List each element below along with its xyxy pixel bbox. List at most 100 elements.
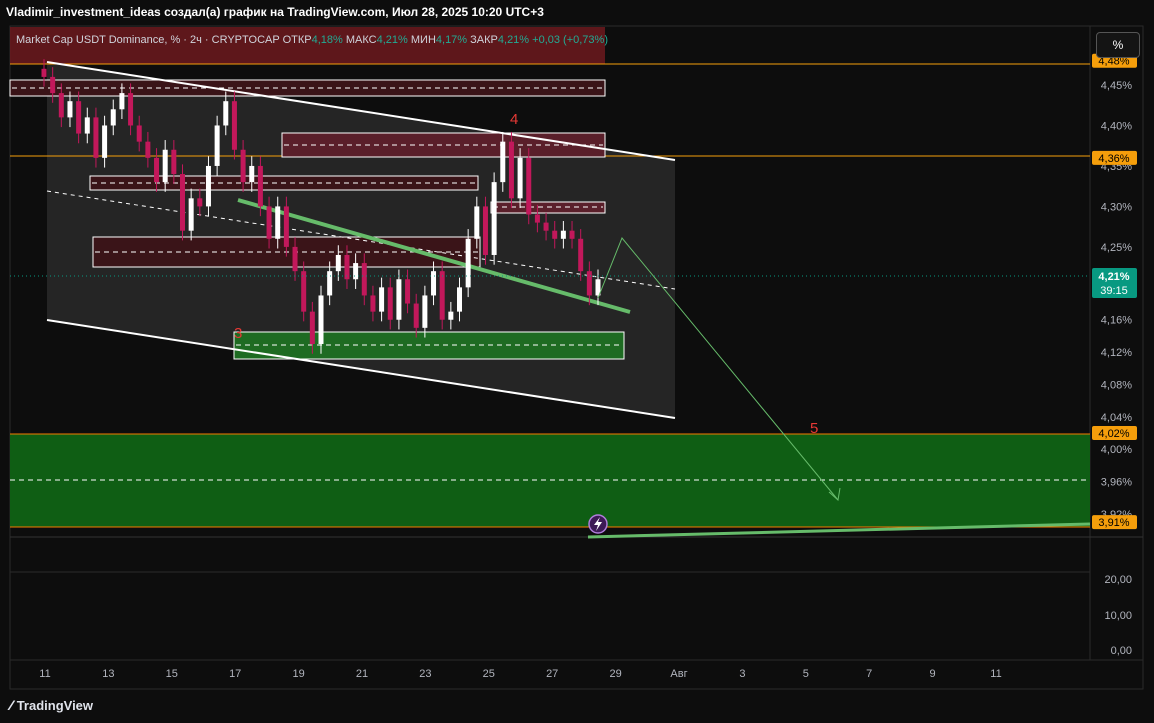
lightning-icon[interactable] (588, 514, 608, 534)
candle-body (301, 271, 307, 312)
zone-box (9, 79, 606, 97)
candle-body (361, 263, 367, 296)
price-tick-label: 3,96% (1101, 477, 1132, 489)
chart-author-header: Vladimir_investment_ideas создал(а) граф… (6, 5, 544, 19)
price-tick-label: 4,08% (1101, 379, 1132, 391)
time-tick-label: 11 (39, 668, 50, 680)
time-tick-label: 15 (166, 668, 178, 680)
candle-body (102, 125, 108, 158)
time-tick-label: 19 (292, 668, 304, 680)
price-tag-label: 4,36% (1098, 153, 1129, 165)
tradingview-brand[interactable]: ⁄⁄ TradingView (10, 697, 93, 713)
candle-body (413, 303, 419, 328)
candle-body (578, 238, 584, 272)
candle-body (586, 271, 592, 296)
candle-body (482, 206, 488, 255)
candle-body (275, 206, 281, 239)
time-tick-label: 3 (739, 668, 745, 680)
candle-body (439, 271, 445, 320)
candle-body (162, 149, 168, 183)
candle-body (318, 295, 324, 345)
candle-body (309, 311, 315, 345)
candle-body (93, 117, 99, 158)
candle-body (145, 141, 151, 158)
time-tick-label: 21 (356, 668, 368, 680)
candle-body (543, 222, 549, 231)
symbol-name[interactable]: Market Cap USDT Dominance, % · 2ч · CRYP… (16, 34, 280, 46)
wave-label-4: 4 (510, 111, 518, 128)
candle-body (335, 254, 341, 272)
price-tick-label: 4,00% (1101, 444, 1132, 456)
candle-body (474, 206, 480, 239)
candle-body (569, 230, 575, 239)
time-tick-label: 7 (866, 668, 872, 680)
price-tick-label: 4,30% (1101, 201, 1132, 213)
last-price-value: 4,21% (1098, 271, 1129, 283)
time-tick-label: 11 (990, 668, 1001, 680)
candle-body (110, 109, 116, 126)
brand-label: TradingView (16, 697, 94, 713)
candle-body (534, 214, 540, 223)
price-tag-label: 4,02% (1098, 428, 1129, 440)
candle-body (327, 271, 333, 296)
price-axis[interactable]: 4,45%4,40%4,35%4,30%4,25%4,16%4,12%4,08%… (1101, 80, 1132, 521)
candle-body (517, 157, 523, 199)
time-tick-label: 23 (419, 668, 431, 680)
candle-body (231, 101, 237, 150)
candle-body (240, 149, 246, 183)
candle-body (292, 246, 298, 272)
chart-frame: 3 4 5 4,45% 4,40% 4,35% 4,30% 4,25% 4,16% 4,12… (0, 0, 1154, 723)
time-tick-label: 25 (483, 668, 495, 680)
candle-body (491, 182, 497, 255)
time-tick-label: 27 (546, 668, 558, 680)
candle-body (197, 198, 203, 207)
candle-body (50, 76, 56, 94)
candle-body (171, 149, 177, 175)
candle-body (180, 174, 185, 231)
tradingview-logo-icon: ⁄⁄ (10, 697, 12, 713)
chart-canvas[interactable]: 3 4 5 4,45%4,40%4,35%4,30%4,25%4,16%4,12… (0, 0, 1154, 723)
lower-axis-tick-label: 0,00 (1111, 645, 1132, 657)
time-tick-label: 5 (803, 668, 809, 680)
candle-body (396, 279, 402, 320)
price-tick-label: 4,12% (1101, 347, 1132, 359)
price-tick-label: 4,45% (1101, 80, 1132, 92)
candle-body (457, 287, 462, 312)
candle-body (154, 157, 160, 183)
candle-body (119, 93, 125, 110)
candle-body (266, 206, 272, 239)
time-tick-label: 9 (930, 668, 936, 680)
close-value: 4,21% (497, 34, 530, 46)
candle-body (422, 295, 428, 328)
high-value: 4,21% (376, 34, 408, 46)
symbol-legend[interactable]: Market Cap USDT Dominance, % · 2ч · CRYP… (16, 34, 608, 46)
percent-scale-button[interactable]: % (1096, 32, 1140, 58)
time-tick-label: Авг (670, 668, 687, 680)
time-axis[interactable]: 11 13 15 17 19 21 23 25 27 29 Авг 3 5 7 9 11 (39, 668, 1001, 680)
candle-body (500, 141, 506, 183)
candle-body (508, 141, 514, 199)
candle-body (405, 279, 411, 304)
candle-body (41, 68, 47, 77)
time-tick-label: 13 (102, 668, 114, 680)
candle-body (128, 93, 134, 126)
candle-body (257, 165, 263, 207)
open-label: ОТКР (282, 34, 312, 46)
open-value: 4,18% (311, 34, 343, 46)
candle-body (448, 311, 454, 320)
low-label: МИН (410, 34, 436, 46)
candle-body (76, 101, 82, 134)
candle-body (560, 230, 566, 239)
close-label: ЗАКР (470, 34, 498, 46)
candle-body (188, 198, 194, 231)
candle-body (214, 125, 220, 166)
price-tick-label: 4,04% (1101, 412, 1132, 424)
candle-body (249, 165, 255, 183)
high-label: МАКС (345, 34, 377, 46)
candle-body (67, 101, 73, 118)
candle-body (431, 271, 437, 296)
candle-body (205, 165, 211, 207)
lower-axis-tick-label: 10,00 (1104, 610, 1132, 622)
candle-body (387, 287, 393, 320)
wave-label-5: 5 (810, 420, 818, 437)
